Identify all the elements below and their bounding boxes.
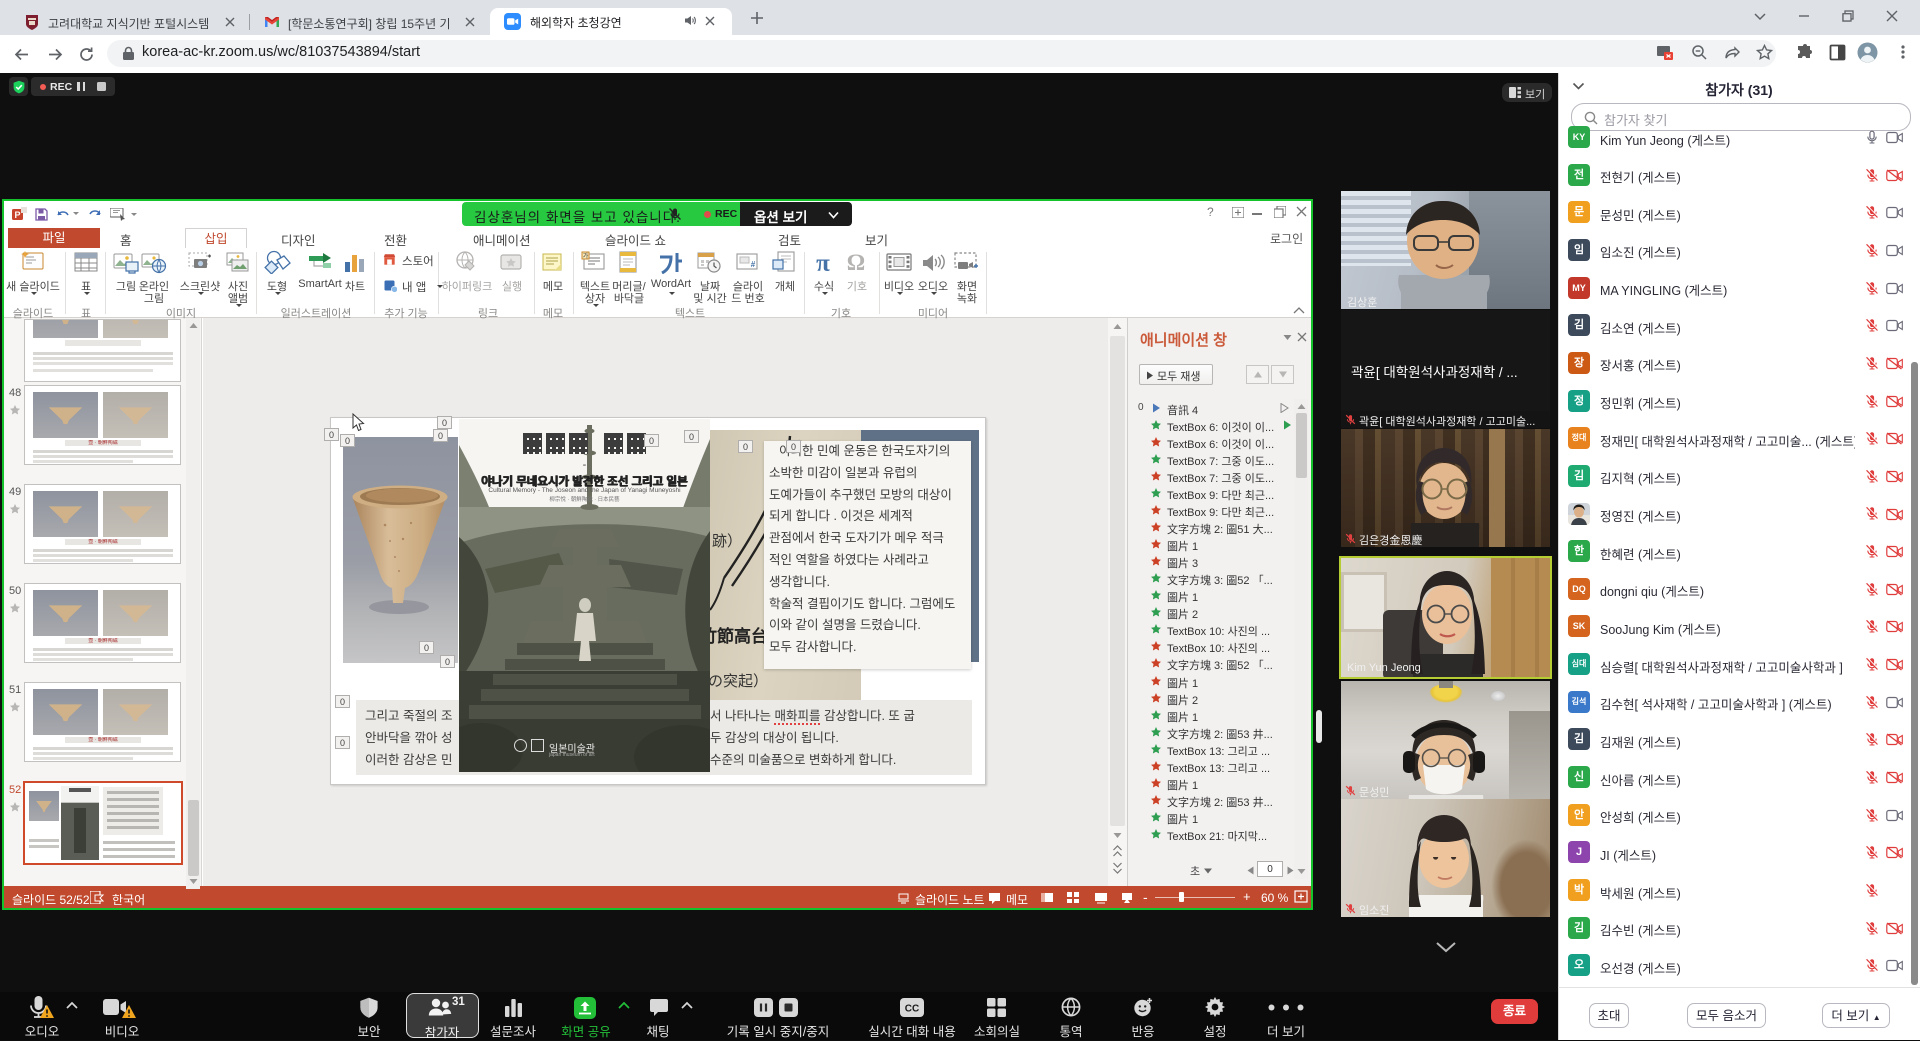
svg-text:P: P [14, 210, 20, 220]
svg-text:가: 가 [583, 252, 589, 260]
svg-text:Ω: Ω [847, 250, 865, 274]
svg-text:CC: CC [905, 1004, 919, 1015]
svg-text:π: π [816, 250, 830, 274]
svg-text:#: # [751, 260, 756, 269]
